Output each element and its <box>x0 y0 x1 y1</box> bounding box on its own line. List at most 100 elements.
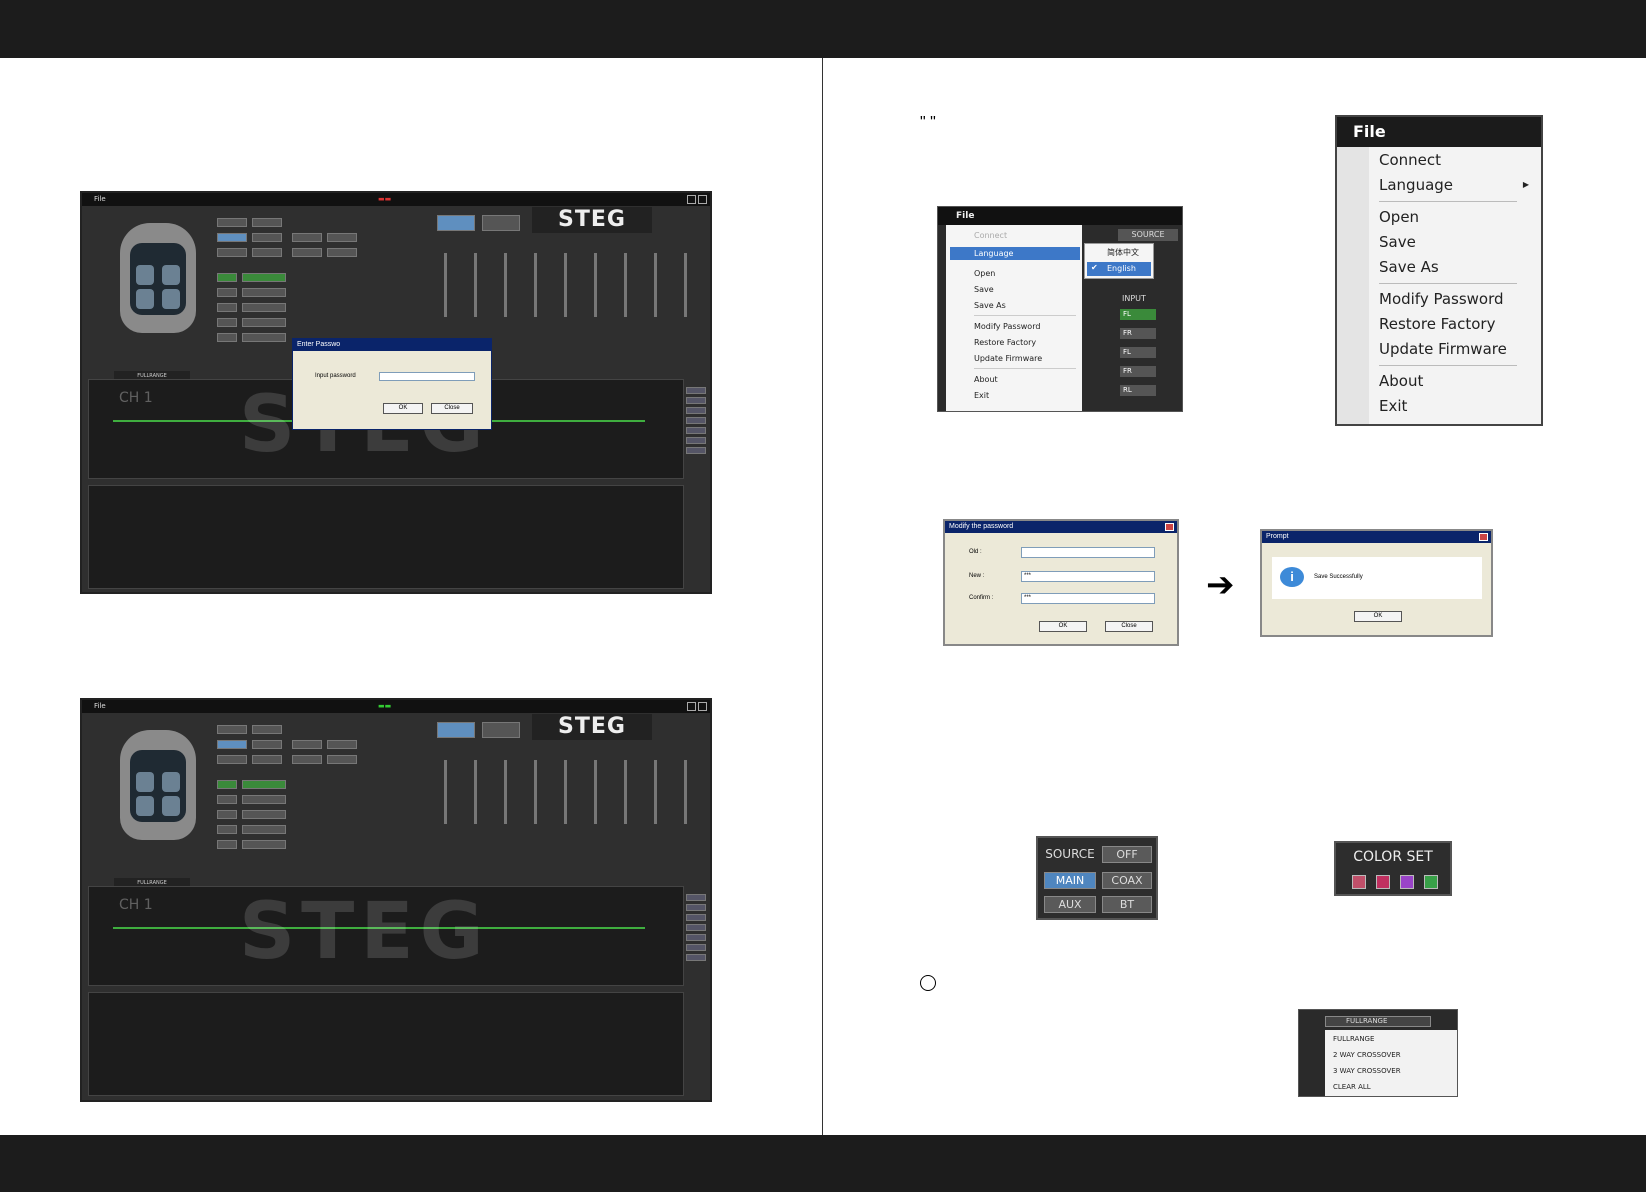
arrow-right-icon: ➔ <box>1206 566 1235 604</box>
menu-item-exit[interactable]: Exit <box>974 391 989 400</box>
file-dropdown: Connect Language Open Save Save As Modif… <box>946 225 1082 411</box>
menu-item-modify-password[interactable]: Modify Password <box>974 322 1040 331</box>
menu-item-about[interactable]: About <box>1379 372 1423 390</box>
menu-item-connect[interactable]: Connect <box>974 231 1007 240</box>
close-icon[interactable] <box>1479 533 1488 541</box>
menu-item-restore-factory[interactable]: Restore Factory <box>1379 315 1495 333</box>
check-icon: ✔ <box>1091 263 1098 272</box>
software-screenshot-main: File ▬▬ FULLRANGE STEG CH 1 STEG <box>80 698 712 1102</box>
menu-item-open[interactable]: Open <box>1379 208 1419 226</box>
language-english[interactable]: English <box>1107 264 1136 273</box>
menu-item-save-as[interactable]: Save As <box>1379 258 1439 276</box>
option-3-way-crossover[interactable]: 3 WAY CROSSOVER <box>1333 1067 1401 1075</box>
source-off-button[interactable]: OFF <box>1102 846 1152 863</box>
graphic-eq-panel <box>88 992 684 1096</box>
menu-item-open[interactable]: Open <box>974 269 995 278</box>
menu-item-restore-factory[interactable]: Restore Factory <box>974 338 1036 347</box>
manual-page: File ▬▬ FULLRANGE STEG CH 1 Enter Passwo… <box>0 0 1646 1192</box>
new-password-input[interactable]: *** <box>1021 571 1155 582</box>
menu-item-exit[interactable]: Exit <box>1379 397 1407 415</box>
confirm-label: Confirm : <box>969 595 994 601</box>
window-buttons <box>687 195 707 204</box>
menu-item-connect[interactable]: Connect <box>1379 151 1441 169</box>
radio-button-icon <box>920 975 936 991</box>
menu-item-about[interactable]: About <box>974 375 998 384</box>
prompt-dialog: Prompt i Save Successfully OK <box>1260 529 1493 637</box>
app-titlebar: File ▬▬ <box>82 700 710 713</box>
connection-status: ▬▬ <box>378 702 392 710</box>
file-menu-title[interactable]: File <box>938 207 1182 225</box>
source-main-button[interactable]: MAIN <box>1044 872 1096 889</box>
close-icon[interactable] <box>1165 523 1174 531</box>
column-divider <box>822 58 823 1135</box>
language-chinese[interactable]: 简体中文 <box>1107 247 1139 258</box>
close-icon[interactable] <box>698 702 707 711</box>
menu-item-update-firmware[interactable]: Update Firmware <box>974 354 1042 363</box>
old-label: Old : <box>969 549 982 555</box>
option-clear-all[interactable]: CLEAR ALL <box>1333 1083 1371 1091</box>
menu-item-save[interactable]: Save <box>974 285 994 294</box>
steg-logo: STEG <box>532 714 652 740</box>
confirm-password-input[interactable]: *** <box>1021 593 1155 604</box>
menu-item-modify-password[interactable]: Modify Password <box>1379 290 1504 308</box>
menu-item-language[interactable]: Language <box>1379 176 1453 194</box>
file-menu-screenshot: File Connect Language ▶ Open Save Save A… <box>1335 115 1543 426</box>
car-icon <box>120 730 196 840</box>
ok-button[interactable]: OK <box>1039 621 1087 632</box>
info-icon: i <box>1280 567 1304 587</box>
prompt-message: Save Successfully <box>1314 574 1363 580</box>
bottom-band <box>0 1135 1646 1192</box>
color-swatch-4[interactable] <box>1424 875 1438 889</box>
menu-item-language[interactable]: Language <box>974 249 1013 258</box>
option-2-way-crossover[interactable]: 2 WAY CROSSOVER <box>1333 1051 1401 1059</box>
file-menu-title[interactable]: File <box>1337 117 1541 147</box>
source-header: SOURCE <box>1118 229 1178 241</box>
connection-status: ▬▬ <box>378 195 392 203</box>
graphic-eq-panel <box>88 485 684 589</box>
old-password-input[interactable] <box>1021 547 1155 558</box>
minimize-icon[interactable] <box>687 702 696 711</box>
input-header: INPUT <box>1122 294 1146 303</box>
language-submenu: 简体中文 ✔ English <box>1084 243 1154 279</box>
menu-item-update-firmware[interactable]: Update Firmware <box>1379 340 1507 358</box>
close-icon[interactable] <box>698 195 707 204</box>
minimize-icon[interactable] <box>687 195 696 204</box>
password-input[interactable] <box>379 372 475 381</box>
app-titlebar: File ▬▬ <box>82 193 710 206</box>
color-swatch-3[interactable] <box>1400 875 1414 889</box>
close-button[interactable]: Close <box>1105 621 1153 632</box>
option-fullrange[interactable]: FULLRANGE <box>1333 1035 1374 1043</box>
ok-button[interactable]: OK <box>383 403 423 414</box>
ok-button[interactable]: OK <box>1354 611 1402 622</box>
modify-password-dialog: Modify the password Old : New : *** Conf… <box>943 519 1179 646</box>
source-bt-button[interactable]: BT <box>1102 896 1152 913</box>
new-label: New : <box>969 573 985 579</box>
file-menu-language-screenshot: File SOURCE INPUT FL FR FL FR RL Connect… <box>937 206 1183 412</box>
file-menu[interactable]: File <box>94 702 106 710</box>
color-set-widget: COLOR SET <box>1334 841 1452 896</box>
source-coax-button[interactable]: COAX <box>1102 872 1152 889</box>
fullrange-options: FULLRANGE 2 WAY CROSSOVER 3 WAY CROSSOVE… <box>1325 1030 1457 1096</box>
color-swatch-1[interactable] <box>1352 875 1366 889</box>
steg-logo: STEG <box>532 207 652 233</box>
password-label: Input password <box>315 373 356 379</box>
software-screenshot-password: File ▬▬ FULLRANGE STEG CH 1 Enter Passwo… <box>80 191 712 594</box>
fullrange-dropdown-widget: FULLRANGE FULLRANGE 2 WAY CROSSOVER 3 WA… <box>1298 1009 1458 1097</box>
eq-side-buttons <box>686 387 706 457</box>
fullrange-select[interactable]: FULLRANGE <box>1325 1016 1431 1027</box>
top-band <box>0 0 1646 58</box>
eq-side-buttons <box>686 894 706 964</box>
file-menu[interactable]: File <box>94 195 106 203</box>
car-icon <box>120 223 196 333</box>
source-widget: SOURCE OFF MAIN COAX AUX BT <box>1036 836 1158 920</box>
menu-item-save[interactable]: Save <box>1379 233 1416 251</box>
source-aux-button[interactable]: AUX <box>1044 896 1096 913</box>
eq-curve-panel: CH 1 STEG <box>88 886 684 986</box>
menu-item-save-as[interactable]: Save As <box>974 301 1006 310</box>
source-title: SOURCE <box>1045 847 1095 861</box>
dialog-title: Enter Passwo <box>293 339 491 351</box>
close-button[interactable]: Close <box>431 403 473 414</box>
color-swatch-2[interactable] <box>1376 875 1390 889</box>
channel-label: CH 1 <box>119 897 153 913</box>
dialog-title: Prompt <box>1262 531 1491 543</box>
